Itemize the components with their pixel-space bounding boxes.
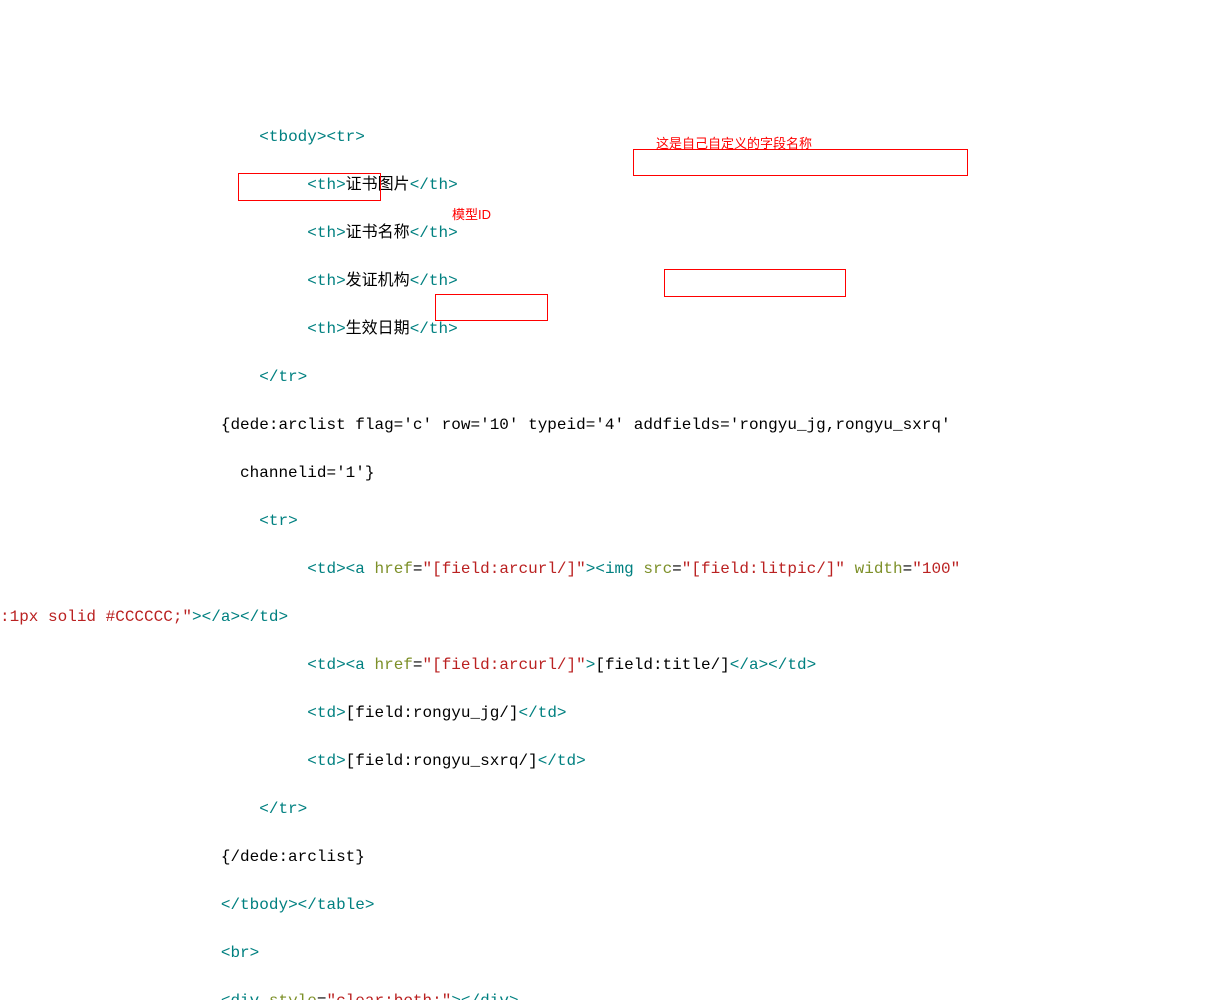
field-title: [field:title/] [595, 656, 729, 674]
code-block: <tbody><tr> <th>证书图片</th> <th>证书名称</th> … [0, 96, 1205, 1000]
code-line: <th>生效日期</th> [0, 317, 1205, 341]
header-text: 生效日期 [346, 320, 410, 338]
code-line: </tbody></table> [0, 893, 1205, 917]
code-line: </tr> [0, 797, 1205, 821]
code-line: :1px solid #CCCCCC;"></a></td> [0, 605, 1205, 629]
arclist-close: {/dede:arclist} [221, 848, 365, 866]
code-line: <td>[field:rongyu_jg/]</td> [0, 701, 1205, 725]
channelid-attr: channelid='1' [240, 464, 365, 482]
rongyu-jg-field: rongyu_jg/] [413, 704, 519, 722]
code-line: channelid='1'} [0, 461, 1205, 485]
header-text: 发证机构 [346, 272, 410, 290]
code-line: <td><a href="[field:arcurl/]">[field:tit… [0, 653, 1205, 677]
addfields-attr: addfields='rongyu_jg,rongyu_sxrq' [634, 416, 951, 434]
annotation-addfields-label: 这是自己自定义的字段名称 [656, 132, 812, 156]
header-text: 证书图片 [346, 176, 410, 194]
code-line: <br> [0, 941, 1205, 965]
code-line: <th>证书图片</th> [0, 173, 1205, 197]
code-line: <tbody><tr> [0, 125, 1205, 149]
annotation-modelid-label: 模型ID [452, 203, 491, 227]
code-line: <tr> [0, 509, 1205, 533]
code-line: <td>[field:rongyu_sxrq/]</td> [0, 749, 1205, 773]
code-line: <td><a href="[field:arcurl/]"><img src="… [0, 557, 1205, 581]
code-line: {dede:arclist flag='c' row='10' typeid='… [0, 413, 1205, 437]
code-line: <th>发证机构</th> [0, 269, 1205, 293]
code-line: <div style="clear:both;"></div> [0, 989, 1205, 1000]
header-text: 证书名称 [346, 224, 410, 242]
code-line: {/dede:arclist} [0, 845, 1205, 869]
code-line: <th>证书名称</th> [0, 221, 1205, 245]
code-line: </tr> [0, 365, 1205, 389]
